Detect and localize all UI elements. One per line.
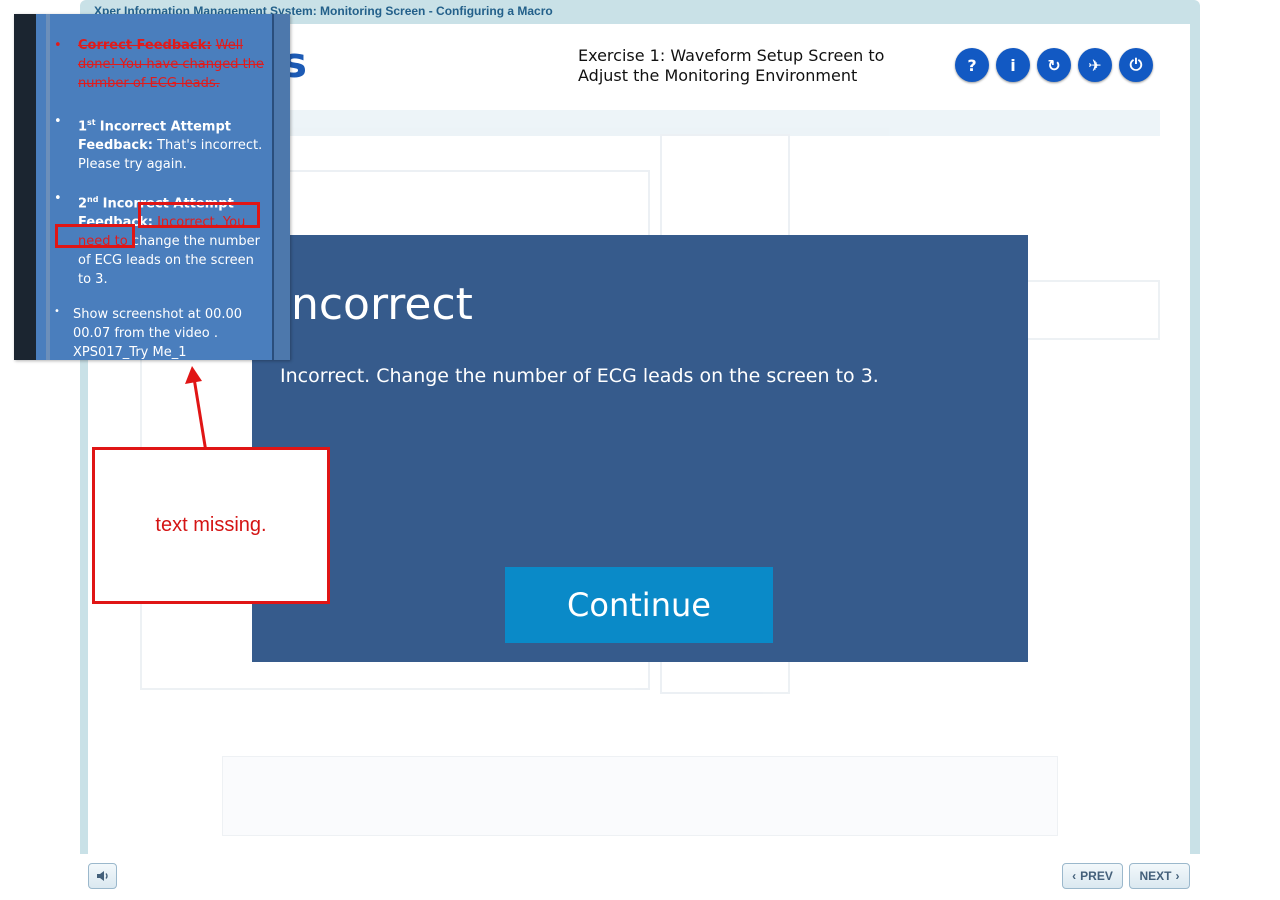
dialog-heading: Incorrect [278, 279, 473, 330]
navigate-button[interactable]: ✈ [1078, 48, 1112, 82]
info-icon: i [1010, 55, 1016, 75]
note-correct-label: Correct Feedback: [78, 38, 212, 53]
chevron-left-icon: ‹ [1072, 869, 1077, 883]
highlight-box [138, 202, 260, 228]
next-button[interactable]: NEXT › [1129, 863, 1190, 889]
exit-button[interactable]: ⏻ [1119, 48, 1153, 82]
power-icon: ⏻ [1129, 55, 1143, 74]
chevron-right-icon: › [1175, 869, 1180, 883]
background-lower-strip [222, 756, 1058, 836]
note-first-incorrect: 1st Incorrect Attempt Feedback: That's i… [78, 113, 268, 174]
dialog-message: Incorrect. Change the number of ECG lead… [280, 365, 879, 387]
speaker-icon [96, 871, 108, 881]
storyboard-notes-panel: • Correct Feedback: Well done! You have … [14, 14, 290, 360]
prev-label: PREV [1080, 869, 1113, 883]
annotation-arrow [185, 366, 208, 453]
compass-icon: ✈ [1088, 55, 1102, 75]
notes-divider [46, 14, 50, 360]
bullet-marker: • [54, 191, 62, 206]
bullet-marker: • [54, 114, 62, 129]
help-icon: ? [967, 55, 977, 75]
note-screenshot-instruction: Show screenshot at 00.00 00.07 from the … [73, 307, 243, 360]
help-button[interactable]: ? [955, 48, 989, 82]
notes-dark-edge [14, 14, 36, 360]
bullet-marker: • [54, 38, 62, 53]
next-label: NEXT [1139, 869, 1172, 883]
note-second-label-num: 2 [78, 196, 88, 212]
background-panel [1020, 280, 1160, 340]
audio-toggle-button[interactable] [88, 863, 117, 889]
bottom-navigation-bar [80, 854, 1200, 900]
background-toolbar [140, 110, 1160, 136]
note-first-label-num: 1 [78, 119, 88, 135]
bullet-marker: • [54, 306, 60, 317]
feedback-dialog: Incorrect Incorrect. Change the number o… [252, 235, 1028, 662]
callout-text: text missing. [155, 514, 267, 536]
note-first-label-sup: st [87, 118, 96, 127]
note-second-label-sup: nd [87, 195, 99, 204]
note-correct-feedback: Correct Feedback: Well done! You have ch… [78, 36, 268, 93]
restart-icon: ↻ [1047, 55, 1061, 75]
annotation-callout: text missing. [92, 447, 330, 604]
exercise-title: Exercise 1: Waveform Setup Screen to Adj… [578, 46, 885, 85]
restart-button[interactable]: ↻ [1037, 48, 1071, 82]
info-button[interactable]: i [996, 48, 1030, 82]
continue-button[interactable]: Continue [505, 567, 773, 643]
highlight-box [55, 224, 135, 248]
prev-button[interactable]: ‹ PREV [1062, 863, 1123, 889]
notes-scrollbar[interactable] [272, 14, 290, 360]
